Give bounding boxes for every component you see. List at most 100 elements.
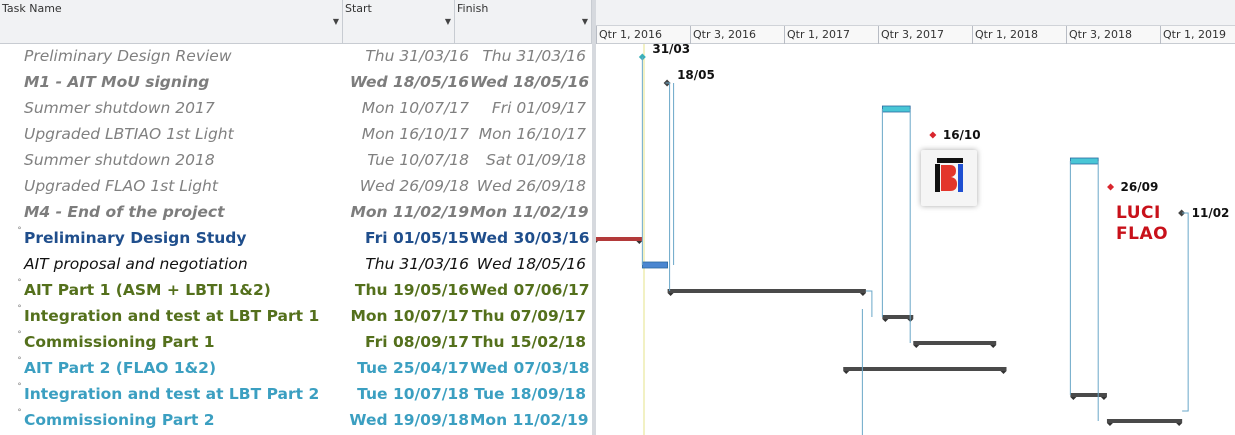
milestone-label: 26/09: [1121, 180, 1159, 194]
table-row[interactable]: M4 - End of the project Mon 11/02/19 Mon 1…: [0, 200, 592, 226]
finish-date-cell[interactable]: Mon 11/02/19: [470, 411, 589, 429]
task-name-cell[interactable]: AIT Part 2 (FLAO 1&2): [24, 359, 216, 377]
table-row[interactable]: Preliminary Design Review Thu 31/03/16 Thu…: [0, 44, 592, 70]
finish-date-cell[interactable]: Thu 15/02/18: [470, 333, 586, 351]
start-date-cell[interactable]: Thu 31/03/16: [343, 47, 469, 65]
summary-indicator-icon: ˚: [17, 383, 22, 394]
task-table: Task Name ▼ Start ▼ Finish ▼ Preliminary…: [0, 0, 592, 435]
finish-date-cell[interactable]: Fri 01/09/17: [470, 99, 586, 117]
milestone-label: 18/05: [677, 68, 715, 82]
finish-date-cell[interactable]: Wed 30/03/16: [470, 229, 590, 247]
task-name-cell[interactable]: Upgraded LBTIAO 1st Light: [24, 125, 234, 143]
summary-cap-right: [859, 293, 866, 296]
start-date-cell[interactable]: Mon 10/07/17: [343, 307, 469, 325]
dropdown-arrow-icon[interactable]: ▼: [445, 17, 451, 26]
task-name-cell[interactable]: Commissioning Part 1: [24, 333, 215, 351]
task-bar: [641, 261, 668, 269]
task-name-cell[interactable]: Integration and test at LBT Part 2: [24, 385, 319, 403]
start-date-cell[interactable]: Tue 10/07/18: [343, 151, 469, 169]
milestone-diamond: [929, 131, 937, 139]
table-row[interactable]: ˚ AIT Part 2 (FLAO 1&2) Tue 25/04/17 Wed 07…: [0, 356, 592, 382]
summary-indicator-icon: ˚: [17, 331, 22, 342]
summary-indicator-icon: ˚: [17, 305, 22, 316]
finish-date-cell[interactable]: Wed 26/09/18: [470, 177, 586, 195]
task-name-cell[interactable]: Summer shutdown 2018: [24, 151, 215, 169]
finish-date-cell[interactable]: Mon 16/10/17: [470, 125, 586, 143]
project-gantt-view: Task Name ▼ Start ▼ Finish ▼ Preliminary…: [0, 0, 1235, 435]
task-bar: [881, 105, 911, 113]
table-row[interactable]: Upgraded LBTIAO 1st Light Mon 16/10/17 Mon…: [0, 122, 592, 148]
summary-bar: [1106, 419, 1183, 423]
start-date-cell[interactable]: Fri 01/05/15: [343, 229, 469, 247]
table-row[interactable]: ˚ Integration and test at LBT Part 1 Mon 1…: [0, 304, 592, 330]
milestone-label: 16/10: [943, 128, 981, 142]
finish-date-cell[interactable]: Thu 31/03/16: [470, 47, 586, 65]
table-row[interactable]: AIT proposal and negotiation Thu 31/03/16…: [0, 252, 592, 278]
summary-cap-left: [913, 345, 920, 348]
finish-date-cell[interactable]: Mon 11/02/19: [470, 203, 589, 221]
table-row[interactable]: ˚ Integration and test at LBT Part 2 Tue 1…: [0, 382, 592, 408]
start-date-cell[interactable]: Wed 26/09/18: [343, 177, 469, 195]
finish-date-cell[interactable]: Wed 18/05/16: [470, 73, 589, 91]
bti-logo-letters: BTI: [949, 202, 951, 204]
table-row[interactable]: ˚ AIT Part 1 (ASM + LBTI 1&2) Thu 19/05/16…: [0, 278, 592, 304]
column-header-start[interactable]: Start ▼: [343, 0, 455, 44]
task-name-cell[interactable]: Upgraded FLAO 1st Light: [24, 177, 218, 195]
summary-cap-left: [843, 371, 850, 374]
task-name-cell[interactable]: Preliminary Design Review: [24, 47, 232, 65]
summary-cap-right: [636, 241, 643, 244]
start-date-cell[interactable]: Mon 11/02/19: [343, 203, 469, 221]
task-name-cell[interactable]: Summer shutdown 2017: [24, 99, 215, 117]
finish-date-cell[interactable]: Tue 18/09/18: [470, 385, 586, 403]
table-row[interactable]: ˚ Commissioning Part 2 Wed 19/09/18 Mon 11/…: [0, 408, 592, 434]
task-name-cell[interactable]: Integration and test at LBT Part 1: [24, 307, 319, 325]
start-date-cell[interactable]: Wed 18/05/16: [343, 73, 469, 91]
luci-logo-line1: LUCI: [1116, 203, 1161, 223]
dependency-link: [665, 82, 671, 291]
finish-date-cell[interactable]: Wed 18/05/16: [470, 255, 586, 273]
summary-cap-left: [667, 293, 674, 296]
start-date-cell[interactable]: Thu 19/05/16: [343, 281, 469, 299]
start-date-cell[interactable]: Wed 19/09/18: [343, 411, 469, 429]
dropdown-arrow-icon[interactable]: ▼: [333, 17, 339, 26]
column-header-finish[interactable]: Finish ▼: [455, 0, 592, 44]
task-name-cell[interactable]: M1 - AIT MoU signing: [24, 73, 209, 91]
start-date-cell[interactable]: Mon 16/10/17: [343, 125, 469, 143]
table-row[interactable]: Upgraded FLAO 1st Light Wed 26/09/18 Wed 2…: [0, 174, 592, 200]
finish-date-cell[interactable]: Thu 07/09/17: [470, 307, 586, 325]
start-date-cell[interactable]: Tue 25/04/17: [343, 359, 469, 377]
table-row[interactable]: ˚ Preliminary Design Study Fri 01/05/15 Wed…: [0, 226, 592, 252]
column-header-task-name[interactable]: Task Name ▼: [0, 0, 343, 44]
summary-indicator-icon: ˚: [17, 227, 22, 238]
summary-cap-right: [1100, 397, 1107, 400]
table-row[interactable]: Summer shutdown 2018 Tue 10/07/18 Sat 01/0…: [0, 148, 592, 174]
task-name-cell[interactable]: AIT proposal and negotiation: [24, 255, 248, 273]
table-row[interactable]: M1 - AIT MoU signing Wed 18/05/16 Wed 18/0…: [0, 70, 592, 96]
column-header-label: Finish: [457, 2, 489, 15]
task-name-cell[interactable]: AIT Part 1 (ASM + LBTI 1&2): [24, 281, 271, 299]
summary-bar: [667, 289, 866, 293]
finish-date-cell[interactable]: Sat 01/09/18: [470, 151, 586, 169]
start-date-cell[interactable]: Mon 10/07/17: [343, 99, 469, 117]
summary-indicator-icon: ˚: [17, 409, 22, 420]
dependency-link: [865, 290, 873, 317]
table-row[interactable]: ˚ Commissioning Part 1 Fri 08/09/17 Thu 15/…: [0, 330, 592, 356]
summary-cap-left: [1106, 423, 1113, 426]
summary-cap-left: [1070, 397, 1077, 400]
start-date-cell[interactable]: Thu 31/03/16: [343, 255, 469, 273]
summary-cap-left: [882, 319, 889, 322]
finish-date-cell[interactable]: Wed 07/03/18: [470, 359, 590, 377]
summary-cap-right: [1176, 423, 1183, 426]
task-name-cell[interactable]: M4 - End of the project: [24, 203, 225, 221]
start-date-cell[interactable]: Tue 10/07/18: [343, 385, 469, 403]
dropdown-arrow-icon[interactable]: ▼: [582, 17, 588, 26]
table-row[interactable]: Summer shutdown 2017 Mon 10/07/17 Fri 01/0…: [0, 96, 592, 122]
dependency-link: [1182, 212, 1189, 412]
start-date-cell[interactable]: Fri 08/09/17: [343, 333, 469, 351]
summary-indicator-icon: ˚: [17, 279, 22, 290]
task-name-cell[interactable]: Commissioning Part 2: [24, 411, 215, 429]
summary-bar: [843, 367, 1007, 371]
finish-date-cell[interactable]: Wed 07/06/17: [470, 281, 590, 299]
task-name-cell[interactable]: Preliminary Design Study: [24, 229, 247, 247]
summary-bar: [596, 237, 643, 241]
